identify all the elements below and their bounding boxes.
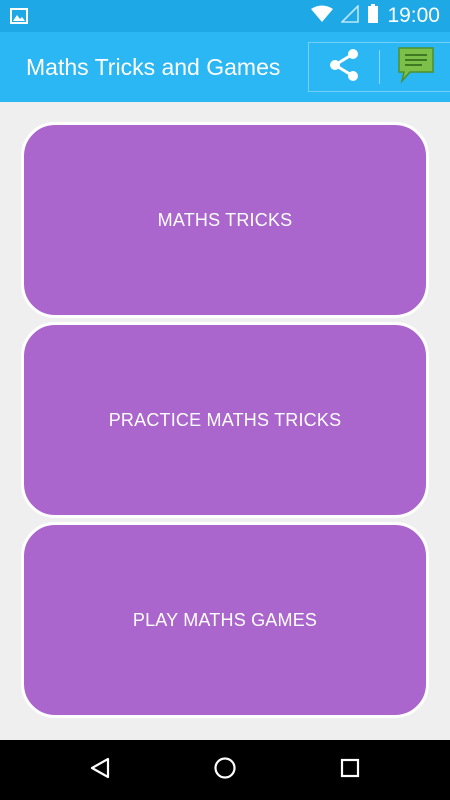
feedback-button[interactable] <box>386 44 446 90</box>
home-icon <box>213 756 237 784</box>
share-icon <box>326 47 362 87</box>
status-time: 19:00 <box>387 4 440 27</box>
navigation-bar <box>0 740 450 800</box>
recents-button[interactable] <box>320 740 380 800</box>
practice-maths-tricks-button[interactable]: PRACTICE MATHS TRICKS <box>21 322 429 518</box>
maths-tricks-label: MATHS TRICKS <box>157 209 293 230</box>
app-bar: Maths Tricks and Games <box>0 32 450 102</box>
status-bar: 19:00 <box>0 0 450 32</box>
recents-icon <box>339 757 361 783</box>
image-notification-icon <box>10 7 28 25</box>
back-button[interactable] <box>70 740 130 800</box>
play-maths-games-button[interactable]: PLAY MATHS GAMES <box>21 522 429 718</box>
home-button[interactable] <box>195 740 255 800</box>
feedback-icon <box>396 46 436 88</box>
battery-icon <box>367 4 379 28</box>
play-maths-games-label: PLAY MATHS GAMES <box>132 609 318 630</box>
app-title: Maths Tricks and Games <box>26 54 281 80</box>
action-divider <box>379 50 380 84</box>
maths-tricks-button[interactable]: MATHS TRICKS <box>21 122 429 318</box>
share-button[interactable] <box>312 44 376 90</box>
back-icon <box>88 756 112 784</box>
practice-maths-tricks-label: PRACTICE MATHS TRICKS <box>108 409 342 430</box>
wifi-icon <box>311 5 334 27</box>
signal-icon <box>340 4 360 27</box>
